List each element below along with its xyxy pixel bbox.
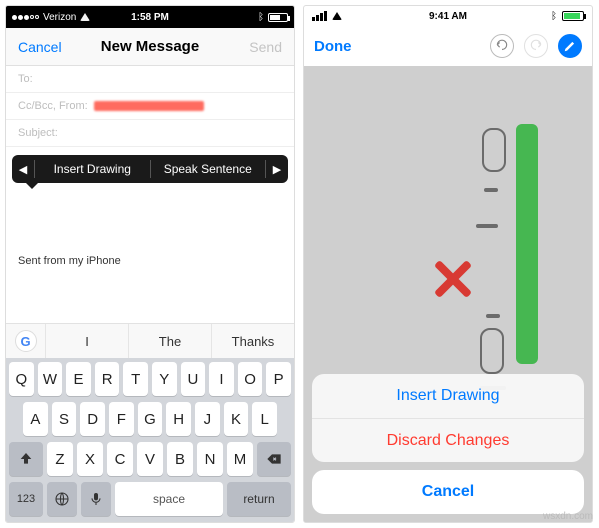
- key-f[interactable]: F: [109, 402, 134, 436]
- key-x[interactable]: X: [77, 442, 103, 476]
- battery-icon: [268, 13, 288, 22]
- prediction-3[interactable]: Thanks: [212, 324, 294, 358]
- phone-drawing-editor: 9:41 AM ᛒ Done Inse: [303, 5, 593, 523]
- key-return[interactable]: return: [227, 482, 291, 516]
- key-row-4: 123 space return: [9, 482, 291, 516]
- key-y[interactable]: Y: [152, 362, 177, 396]
- key-row-2: A S D F G H J K L: [9, 402, 291, 436]
- source-watermark: wsxdn.com: [543, 511, 593, 522]
- battery-icon: [562, 11, 584, 21]
- drawing-canvas[interactable]: Insert Drawing Discard Changes Cancel: [304, 66, 592, 522]
- redo-icon: [529, 39, 543, 53]
- prediction-bar: G I The Thanks: [6, 324, 294, 358]
- key-u[interactable]: U: [181, 362, 206, 396]
- to-label: To:: [18, 73, 33, 85]
- status-bar: 9:41 AM ᛒ: [304, 6, 592, 26]
- subject-label: Subject:: [18, 127, 58, 139]
- to-field[interactable]: To:: [6, 66, 294, 93]
- done-button[interactable]: Done: [314, 38, 352, 55]
- callout-speak-sentence[interactable]: Speak Sentence: [151, 162, 266, 176]
- key-c[interactable]: C: [107, 442, 133, 476]
- key-row-1: Q W E R T Y U I O P: [9, 362, 291, 396]
- key-numbers[interactable]: 123: [9, 482, 43, 516]
- ccbcc-from-field[interactable]: Cc/Bcc, From:: [6, 93, 294, 120]
- mic-icon: [88, 491, 104, 507]
- body-whitespace[interactable]: [6, 281, 294, 323]
- key-h[interactable]: H: [166, 402, 191, 436]
- backspace-icon: [266, 451, 282, 467]
- key-v[interactable]: V: [137, 442, 163, 476]
- key-shift[interactable]: [9, 442, 43, 476]
- key-globe[interactable]: [47, 482, 77, 516]
- redo-button[interactable]: [524, 34, 548, 58]
- key-i[interactable]: I: [209, 362, 234, 396]
- callout-next-button[interactable]: ▶: [266, 163, 288, 176]
- shift-icon: [18, 451, 34, 467]
- key-r[interactable]: R: [95, 362, 120, 396]
- key-b[interactable]: B: [167, 442, 193, 476]
- keyboard: G I The Thanks Q W E R T Y U I O P A S D: [6, 323, 294, 522]
- key-mic[interactable]: [81, 482, 111, 516]
- key-s[interactable]: S: [52, 402, 77, 436]
- status-bar: Verizon 1:58 PM ᛒ: [6, 6, 294, 28]
- key-q[interactable]: Q: [9, 362, 34, 396]
- google-g-icon: G: [15, 330, 37, 352]
- red-x-mark: [430, 256, 476, 302]
- edit-menu-callout: ◀ Insert Drawing Speak Sentence ▶: [12, 155, 288, 183]
- action-insert-drawing[interactable]: Insert Drawing: [312, 374, 584, 418]
- key-backspace[interactable]: [257, 442, 291, 476]
- callout-insert-drawing[interactable]: Insert Drawing: [35, 162, 150, 176]
- pencil-dash-2: [476, 224, 498, 228]
- phone-mail-compose: Verizon 1:58 PM ᛒ Cancel New Message Sen…: [5, 5, 295, 523]
- subject-field[interactable]: Subject:: [6, 120, 294, 147]
- pencil-dash-3: [486, 314, 500, 318]
- callout-prev-button[interactable]: ◀: [12, 163, 34, 176]
- pencil-dash-1: [484, 188, 498, 192]
- prediction-2[interactable]: The: [129, 324, 212, 358]
- globe-icon: [54, 491, 70, 507]
- action-cancel[interactable]: Cancel: [312, 470, 584, 514]
- prediction-1[interactable]: I: [46, 324, 129, 358]
- action-sheet-group: Insert Drawing Discard Changes: [312, 374, 584, 462]
- key-z[interactable]: Z: [47, 442, 73, 476]
- nav-title: New Message: [6, 38, 294, 55]
- action-discard-changes[interactable]: Discard Changes: [312, 418, 584, 462]
- key-e[interactable]: E: [66, 362, 91, 396]
- nav-bar: Cancel New Message Send: [6, 28, 294, 66]
- action-sheet: Insert Drawing Discard Changes Cancel: [312, 374, 584, 514]
- key-row-3: Z X C V B N M: [9, 442, 291, 476]
- pencil-oval-1: [482, 128, 506, 172]
- markup-pen-button[interactable]: [558, 34, 582, 58]
- key-t[interactable]: T: [123, 362, 148, 396]
- status-time: 9:41 AM: [304, 11, 592, 22]
- undo-icon: [495, 39, 509, 53]
- key-g[interactable]: G: [138, 402, 163, 436]
- key-l[interactable]: L: [252, 402, 277, 436]
- drawing-nav-bar: Done: [304, 26, 592, 66]
- key-m[interactable]: M: [227, 442, 253, 476]
- google-search-button[interactable]: G: [6, 324, 46, 358]
- pencil-oval-2: [480, 328, 504, 374]
- status-time: 1:58 PM: [6, 12, 294, 23]
- message-body[interactable]: To find the tre hav to start at the X on…: [6, 147, 294, 281]
- signature-text: Sent from my iPhone: [18, 255, 121, 267]
- key-w[interactable]: W: [38, 362, 63, 396]
- key-a[interactable]: A: [23, 402, 48, 436]
- key-o[interactable]: O: [238, 362, 263, 396]
- green-highlighter-stroke: [516, 124, 538, 364]
- key-space[interactable]: space: [115, 482, 223, 516]
- undo-button[interactable]: [490, 34, 514, 58]
- key-p[interactable]: P: [266, 362, 291, 396]
- pen-icon: [563, 39, 577, 53]
- key-j[interactable]: J: [195, 402, 220, 436]
- ccbcc-from-label: Cc/Bcc, From:: [18, 100, 88, 112]
- key-k[interactable]: K: [224, 402, 249, 436]
- from-address-redacted: [94, 101, 204, 111]
- key-n[interactable]: N: [197, 442, 223, 476]
- key-d[interactable]: D: [80, 402, 105, 436]
